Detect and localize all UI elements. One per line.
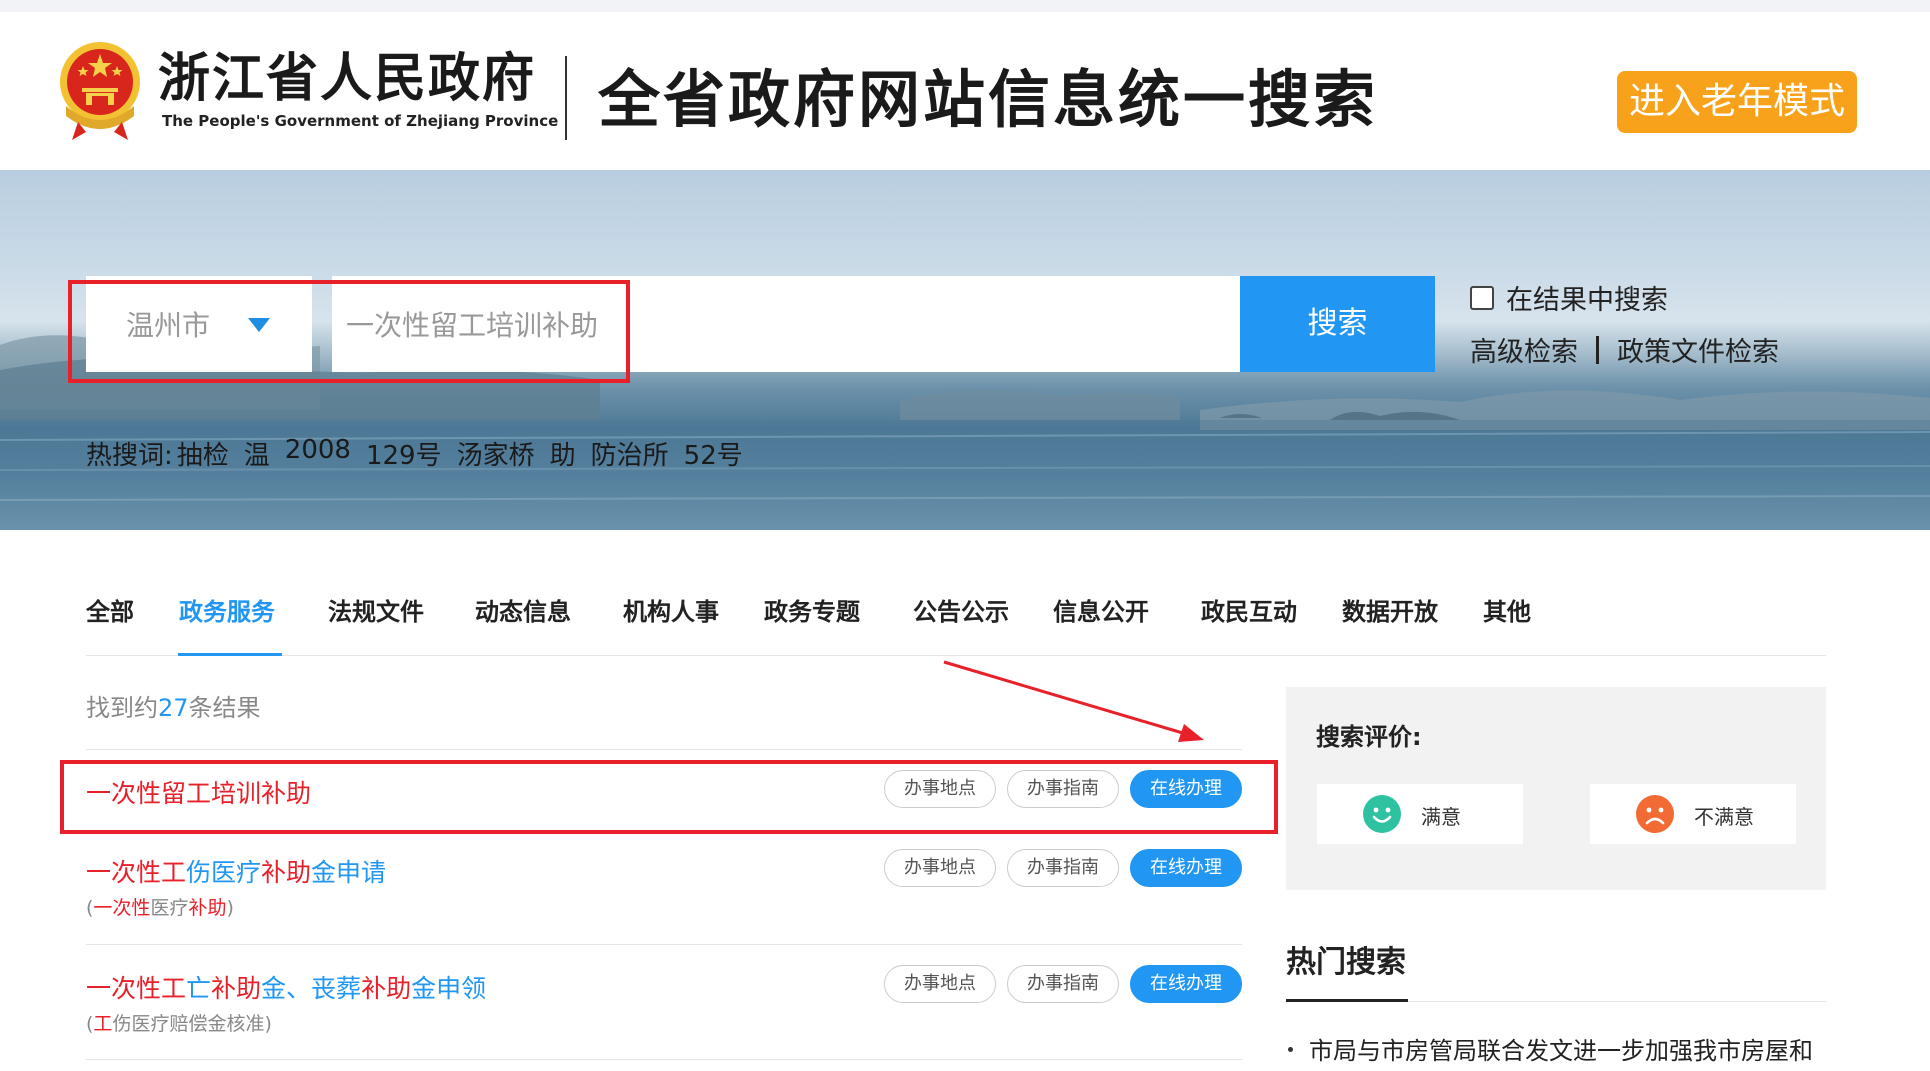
hotword-item[interactable]: 防治所: [591, 435, 669, 472]
advanced-search-link[interactable]: 高级检索: [1470, 330, 1578, 369]
result-title-part: 金申领: [411, 974, 487, 1003]
national-emblem-icon: [60, 42, 140, 140]
result-subtitle: (工伤医疗赔偿金核准): [86, 1009, 272, 1036]
tab-announcements[interactable]: 公告公示: [913, 592, 1009, 627]
divider: [86, 749, 1242, 750]
tab-open-data[interactable]: 数据开放: [1342, 592, 1438, 627]
hotword-item[interactable]: 抽检: [177, 435, 229, 472]
bullet-icon: [1288, 1047, 1293, 1052]
hotword-item[interactable]: 2008: [285, 435, 351, 472]
link-divider: [1596, 335, 1599, 364]
hotword-item[interactable]: 温: [244, 435, 270, 472]
result-title-part: 金申请: [311, 858, 387, 887]
site-title: 全省政府网站信息统一搜索: [598, 63, 1379, 136]
search-in-results[interactable]: 在结果中搜索: [1470, 278, 1668, 317]
hotword-item[interactable]: 52号: [684, 435, 743, 472]
divider: [1408, 1001, 1826, 1002]
online-service-button[interactable]: 在线办理: [1130, 965, 1242, 1003]
elder-mode-button[interactable]: 进入老年模式: [1617, 71, 1857, 133]
hot-search-item-text: 市局与市房管局联合发文进一步加强我市房屋和: [1309, 1037, 1813, 1065]
result-title[interactable]: 一次性工亡补助金、丧葬补助金申领: [86, 969, 486, 1005]
tab-regulations[interactable]: 法规文件: [328, 592, 424, 627]
result-subtitle-part: 补助: [188, 897, 227, 919]
tab-gov-services[interactable]: 政务服务: [179, 592, 275, 627]
result-title[interactable]: 一次性工伤医疗补助金申请: [86, 853, 386, 889]
result-title-part: 一次性工: [86, 858, 187, 887]
guide-button[interactable]: 办事指南: [1007, 965, 1119, 1003]
advanced-search-links: 高级检索 政策文件检索: [1470, 330, 1779, 369]
result-count: 找到约27条结果: [86, 688, 261, 723]
result-title-part: 金、丧葬: [261, 974, 362, 1003]
online-service-button[interactable]: 在线办理: [1130, 849, 1242, 887]
result-subtitle-part: 伤医疗赔偿金核准): [112, 1013, 272, 1035]
tab-all[interactable]: 全部: [86, 592, 134, 627]
search-rating-panel: 搜索评价: 满意 不满意: [1286, 687, 1826, 890]
top-strip: [0, 0, 1930, 12]
result-title-part: 补助: [361, 974, 412, 1003]
brand-name-en: The People's Government of Zhejiang Prov…: [162, 112, 559, 130]
location-button[interactable]: 办事地点: [884, 849, 996, 887]
result-subtitle-part: 医疗: [150, 897, 189, 919]
hotwords: 热搜词: 抽检 温 2008 129号 汤家桥 助 防治所 52号: [86, 435, 758, 472]
hotwords-label: 热搜词:: [86, 441, 173, 471]
hotword-item[interactable]: 汤家桥: [457, 435, 535, 472]
result-title-part: 一次性工: [86, 974, 187, 1003]
brand-name-cn: 浙江省人民政府: [158, 48, 537, 109]
result-count-number: 27: [158, 694, 189, 722]
tab-personnel[interactable]: 机构人事: [623, 592, 719, 627]
rating-title: 搜索评价:: [1316, 723, 1422, 751]
result-title-part: 亡: [186, 974, 212, 1003]
location-button[interactable]: 办事地点: [884, 965, 996, 1003]
policy-search-link[interactable]: 政策文件检索: [1617, 330, 1779, 369]
satisfied-label: 满意: [1421, 805, 1461, 829]
unsatisfied-button[interactable]: 不满意: [1590, 784, 1796, 844]
active-tab-indicator: [178, 653, 282, 656]
tab-news[interactable]: 动态信息: [475, 592, 571, 627]
hot-search-title: 热门搜索: [1286, 945, 1406, 980]
result-title-part: 补助: [261, 858, 312, 887]
result-subtitle-part: 一次性: [93, 897, 151, 919]
site-header: 浙江省人民政府 The People's Government of Zheji…: [0, 12, 1930, 170]
result-subtitle: (一次性医疗补助): [86, 893, 234, 920]
tab-interaction[interactable]: 政民互动: [1201, 592, 1297, 627]
divider: [86, 1059, 1242, 1060]
hotword-item[interactable]: 助: [550, 435, 576, 472]
result-subtitle-part: ): [226, 897, 234, 919]
satisfied-button[interactable]: 满意: [1317, 784, 1523, 844]
search-in-results-label: 在结果中搜索: [1506, 285, 1668, 316]
category-tabs: 全部 政务服务 法规文件 动态信息 机构人事 政务专题 公告公示 信息公开 政民…: [86, 580, 1826, 656]
result-subtitle-part: 工: [93, 1013, 113, 1035]
tab-other[interactable]: 其他: [1483, 592, 1531, 627]
result-title-part: 伤医疗: [186, 858, 262, 887]
result-count-prefix: 找到约: [86, 694, 158, 722]
highlight-box-search: [68, 280, 630, 383]
tab-info-disclosure[interactable]: 信息公开: [1053, 592, 1149, 627]
hotword-item[interactable]: 129号: [366, 435, 442, 472]
guide-button[interactable]: 办事指南: [1007, 849, 1119, 887]
result-count-suffix: 条结果: [188, 694, 261, 722]
search-button[interactable]: 搜索: [1240, 276, 1435, 372]
header-divider: [565, 56, 567, 140]
highlight-box-result: [60, 760, 1278, 834]
unsatisfied-label: 不满意: [1694, 805, 1754, 829]
smile-icon: [1363, 795, 1401, 833]
frown-icon: [1636, 795, 1674, 833]
search-in-results-checkbox[interactable]: [1470, 285, 1494, 310]
hot-search-item[interactable]: 市局与市房管局联合发文进一步加强我市房屋和: [1286, 1031, 1813, 1066]
tab-special-topics[interactable]: 政务专题: [764, 592, 860, 627]
divider: [86, 944, 1242, 945]
hot-search-underline: [1286, 999, 1408, 1002]
result-title-part: 补助: [211, 974, 262, 1003]
